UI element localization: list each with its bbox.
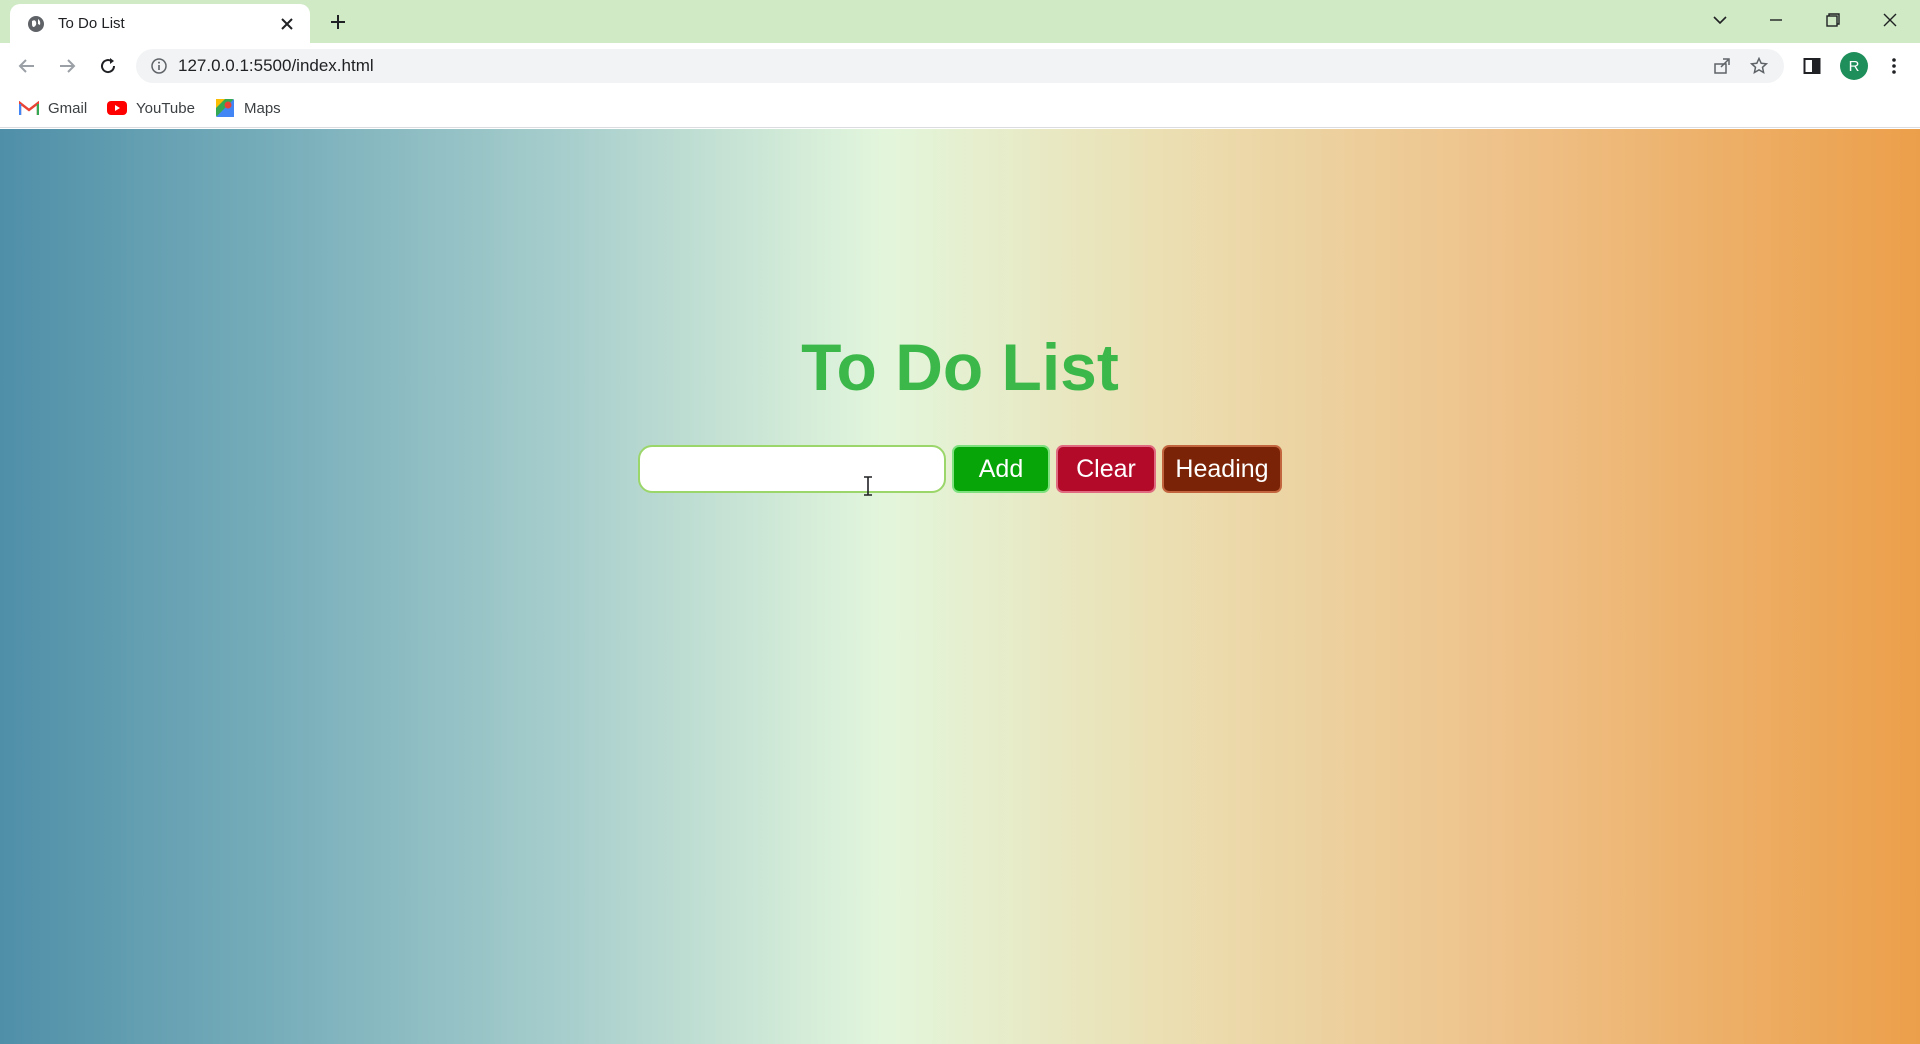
- close-window-icon[interactable]: [1870, 6, 1910, 34]
- address-bar[interactable]: 127.0.0.1:5500/index.html: [136, 49, 1784, 83]
- add-button[interactable]: Add: [952, 445, 1050, 493]
- bookmark-label: Gmail: [48, 99, 88, 117]
- tab-title: To Do List: [58, 15, 125, 32]
- bookmark-label: Maps: [244, 99, 281, 117]
- clear-button[interactable]: Clear: [1056, 445, 1156, 493]
- gmail-icon: [18, 98, 40, 118]
- bookmark-gmail[interactable]: Gmail: [18, 96, 87, 120]
- globe-icon: [26, 14, 46, 34]
- tab-strip: To Do List: [0, 0, 1920, 43]
- forward-arrow-icon[interactable]: [52, 51, 82, 81]
- back-arrow-icon[interactable]: [12, 51, 42, 81]
- browser-toolbar: 127.0.0.1:5500/index.html R: [0, 43, 1920, 88]
- menu-kebab-icon[interactable]: [1880, 52, 1908, 80]
- bookmark-label: YouTube: [136, 99, 195, 117]
- tab-search-icon[interactable]: [1700, 6, 1740, 34]
- bookmark-star-icon[interactable]: [1748, 55, 1770, 77]
- youtube-icon: [106, 98, 128, 118]
- close-tab-icon[interactable]: [276, 13, 298, 35]
- todo-input[interactable]: [638, 445, 946, 493]
- heading-button[interactable]: Heading: [1162, 445, 1282, 493]
- bookmark-youtube[interactable]: YouTube: [106, 96, 195, 120]
- text-cursor-icon: [862, 476, 874, 496]
- browser-tab[interactable]: To Do List: [10, 4, 310, 43]
- minimize-icon[interactable]: [1756, 6, 1796, 34]
- maps-icon: [214, 98, 236, 118]
- restore-icon[interactable]: [1813, 6, 1853, 34]
- bookmark-maps[interactable]: Maps: [214, 96, 281, 120]
- url-text: 127.0.0.1:5500/index.html: [178, 56, 374, 75]
- site-info-icon[interactable]: [148, 55, 170, 77]
- new-tab-button[interactable]: [326, 10, 350, 34]
- bookmarks-bar: Gmail YouTube Maps: [0, 88, 1920, 128]
- page-viewport: To Do List Add Clear Heading: [0, 129, 1920, 1044]
- reload-icon[interactable]: [93, 51, 123, 81]
- share-icon[interactable]: [1711, 55, 1733, 77]
- page-title: To Do List: [801, 330, 1119, 404]
- todo-controls: Add Clear Heading: [638, 445, 1282, 493]
- side-panel-icon[interactable]: [1798, 52, 1826, 80]
- profile-avatar[interactable]: R: [1840, 52, 1868, 80]
